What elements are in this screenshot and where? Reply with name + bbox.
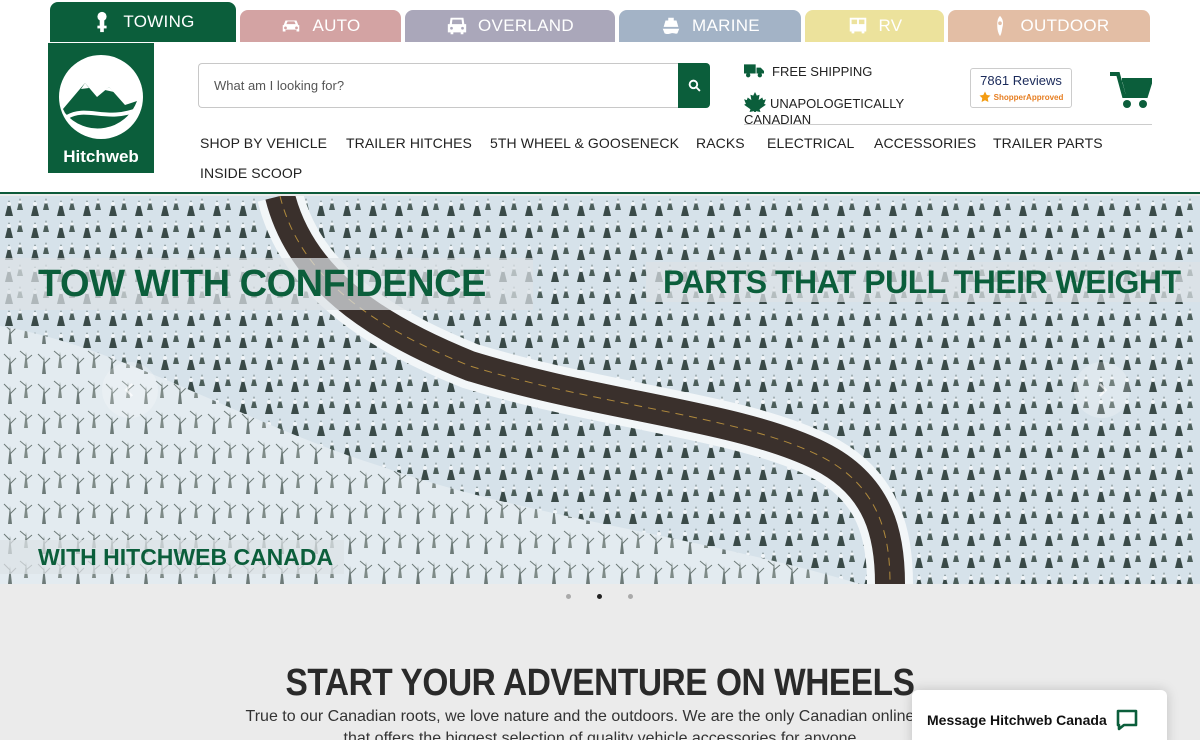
shopping-cart-icon <box>1110 72 1154 108</box>
tab-rv[interactable]: RV <box>805 10 944 42</box>
nav-accessories[interactable]: ACCESSORIES <box>874 135 976 151</box>
search-icon <box>688 79 701 92</box>
nav-electrical[interactable]: ELECTRICAL <box>767 135 854 151</box>
star-icon <box>979 91 991 102</box>
header-divider <box>744 124 1152 125</box>
tab-label: MARINE <box>692 16 760 35</box>
hero-headline: TOW WITH CONFIDENCE <box>0 258 533 310</box>
reviews-badge[interactable]: 7861 Reviews ShopperApproved <box>970 68 1072 108</box>
nav-shop-by-vehicle[interactable]: SHOP BY VEHICLE <box>200 135 327 151</box>
canadian-label: UNAPOLOGETICALLY CANADIAN <box>744 96 904 127</box>
chat-bubble-icon <box>1116 709 1138 731</box>
free-shipping-perk: FREE SHIPPING <box>744 63 872 79</box>
boat-icon <box>662 17 680 35</box>
site-header: Hitchweb FREE SHIPPING UNAPOLOGETICALLY … <box>0 42 1200 194</box>
truck-icon <box>744 64 764 78</box>
hero-image <box>0 196 1200 584</box>
logo[interactable]: Hitchweb <box>48 43 154 173</box>
hero-subline: WITH HITCHWEB CANADA <box>0 540 344 574</box>
hitch-ball-icon <box>97 11 107 33</box>
intro-text: True to our Canadian roots, we love natu… <box>245 708 955 740</box>
canadian-perk: UNAPOLOGETICALLY CANADIAN <box>744 92 934 128</box>
slider-dot-2[interactable] <box>597 594 602 599</box>
tab-label: AUTO <box>312 16 361 35</box>
tab-label: OUTDOOR <box>1020 16 1110 35</box>
tab-label: OVERLAND <box>478 16 574 35</box>
reviews-count: 7861 Reviews <box>980 73 1062 88</box>
tab-overland[interactable]: OVERLAND <box>405 10 615 42</box>
chevron-right-icon <box>1098 383 1108 397</box>
tab-label: TOWING <box>123 12 195 31</box>
nav-trailer-parts[interactable]: TRAILER PARTS <box>993 135 1103 151</box>
tab-label: RV <box>878 16 903 35</box>
tab-outdoor[interactable]: OUTDOOR <box>948 10 1150 42</box>
tab-auto[interactable]: AUTO <box>240 10 401 42</box>
slider-next-button[interactable] <box>1074 362 1130 418</box>
search-button[interactable] <box>678 63 710 108</box>
rv-icon <box>849 17 866 34</box>
tab-marine[interactable]: MARINE <box>619 10 801 42</box>
nav-trailer-hitches[interactable]: TRAILER HITCHES <box>346 135 472 151</box>
car-icon <box>283 20 300 32</box>
mountain-logo-icon <box>59 55 143 139</box>
chevron-left-icon <box>124 383 134 397</box>
search-input[interactable] <box>198 63 678 108</box>
chat-widget-button[interactable]: Message Hitchweb Canada <box>912 690 1167 740</box>
nav-racks[interactable]: RACKS <box>696 135 745 151</box>
nav-5th-wheel-gooseneck[interactable]: 5TH WHEEL & GOOSENECK <box>490 135 679 151</box>
jeep-icon <box>447 17 467 35</box>
slider-prev-button[interactable] <box>102 362 158 418</box>
shopper-approved-badge: ShopperApproved <box>971 91 1071 103</box>
chat-label: Message Hitchweb Canada <box>927 712 1107 728</box>
slider-dot-3[interactable] <box>628 594 633 599</box>
tab-towing[interactable]: TOWING <box>50 2 236 42</box>
hero-tagline: PARTS THAT PULL THEIR WEIGHT <box>646 262 1200 302</box>
maple-leaf-icon <box>744 92 766 115</box>
category-tabs: TOWING AUTO OVERLAND MARINE RV OUTDOOR <box>0 0 1200 42</box>
shopper-approved-label: ShopperApproved <box>993 92 1064 102</box>
nav-inside-scoop[interactable]: INSIDE SCOOP <box>200 165 302 181</box>
cart-button[interactable] <box>1110 72 1154 115</box>
slider-dots <box>566 594 633 599</box>
slider-dot-1[interactable] <box>566 594 571 599</box>
free-shipping-label: FREE SHIPPING <box>772 63 873 79</box>
logo-text: Hitchweb <box>63 147 139 166</box>
hero-slider: TOW WITH CONFIDENCE PARTS THAT PULL THEI… <box>0 196 1200 584</box>
kayak-icon <box>996 15 1003 37</box>
